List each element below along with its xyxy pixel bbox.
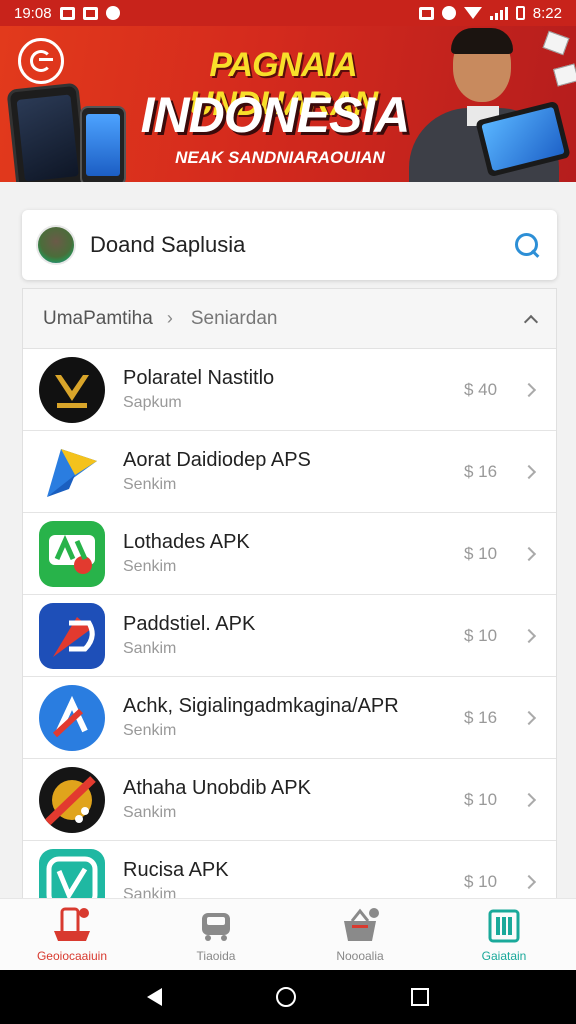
presenter-photo	[405, 26, 576, 182]
home-icon[interactable]	[276, 987, 297, 1007]
nav-item-home[interactable]: Geoiocaaiuin	[0, 899, 144, 970]
breadcrumb: UmaPamtiha › Seniardan	[23, 289, 556, 349]
chevron-right-icon: ›	[166, 308, 173, 328]
promo-banner[interactable]: PAGNAIA UNDUARAN INDONESIA NEAK SANDNIAR…	[0, 26, 576, 182]
app-name: Achk, Sigialingadmkagina/APR	[123, 695, 399, 717]
app-price: $ 10	[464, 871, 498, 891]
list-item[interactable]: Polaratel Nastitlo Sapkum $ 40	[23, 349, 556, 431]
app-name: Rucisa APK	[123, 859, 229, 881]
brand-logo-icon[interactable]	[18, 38, 64, 84]
search-input[interactable]: Doand Saplusia	[90, 232, 513, 258]
app-price: $ 16	[464, 707, 498, 727]
app-price: $ 10	[464, 625, 498, 645]
app-price: $ 10	[464, 543, 498, 563]
chevron-right-icon	[521, 382, 537, 397]
battery-icon	[515, 6, 525, 20]
nav-item-orders[interactable]: Gaiatain	[432, 899, 576, 970]
app-subtitle: Sapkum	[123, 394, 182, 411]
app-name: Polaratel Nastitlo	[123, 367, 275, 389]
app-name: Aorat Daidiodep APS	[123, 449, 311, 471]
app-name: Athaha Unobdib APK	[123, 777, 311, 799]
recent-apps-icon[interactable]	[410, 988, 429, 1006]
nav-item-shop[interactable]: Noooalia	[288, 899, 432, 970]
app-subtitle: Senkim	[123, 476, 177, 493]
back-icon[interactable]	[147, 988, 163, 1006]
app-list-panel: UmaPamtiha › Seniardan Polaratel Nastitl…	[22, 288, 557, 908]
chevron-right-icon	[521, 464, 537, 479]
app-logo-icon	[39, 766, 105, 833]
list-item[interactable]: Achk, Sigialingadmkagina/APR Senkim $ 16	[23, 677, 556, 759]
wifi-icon	[463, 7, 482, 19]
app-logo-icon	[39, 356, 105, 423]
status-bar: 19:08 8:22	[0, 0, 576, 26]
alarm-icon	[441, 6, 456, 20]
search-icon[interactable]	[513, 231, 541, 259]
chevron-right-icon	[521, 874, 537, 889]
chevron-right-icon	[521, 792, 537, 807]
chevron-up-icon[interactable]	[523, 314, 539, 329]
message-icon	[82, 6, 98, 20]
search-bar[interactable]: Doand Saplusia	[22, 210, 557, 280]
app-name: Paddstiel. APK	[123, 613, 256, 635]
sync-icon	[105, 6, 120, 20]
bottom-navigation: Geoiocaaiuin Tiaoida Noooalia Gaiatain	[0, 898, 576, 970]
breadcrumb-current: Seniardan	[190, 307, 278, 329]
notification-icon	[59, 6, 75, 20]
system-navigation-bar	[0, 970, 576, 1024]
phone-illustration	[6, 82, 90, 182]
app-price: $ 40	[464, 379, 498, 399]
app-price: $ 10	[464, 789, 498, 809]
car-icon	[196, 907, 236, 943]
avatar[interactable]	[36, 225, 76, 265]
status-time: 19:08	[14, 4, 52, 22]
nav-label: Noooalia	[336, 948, 384, 963]
app-name: Lothades APK	[123, 531, 250, 553]
chevron-right-icon	[521, 628, 537, 643]
banner-tagline: NEAK SANDNIARAOUIAN	[175, 148, 385, 167]
clipboard-icon	[484, 907, 524, 943]
signal-icon	[489, 6, 508, 20]
nav-item-transport[interactable]: Tiaoida	[144, 899, 288, 970]
app-subtitle: Sankim	[123, 640, 177, 657]
app-logo-icon	[39, 602, 105, 669]
banner-headline: INDONESIA	[140, 87, 411, 143]
breadcrumb-parent[interactable]: UmaPamtiha	[43, 308, 153, 330]
app-subtitle: Senkim	[123, 722, 177, 739]
chevron-right-icon	[521, 710, 537, 725]
nav-label: Tiaoida	[196, 948, 236, 963]
phone-cart-icon	[52, 907, 92, 943]
list-item[interactable]: Lothades APK Senkim $ 10	[23, 513, 556, 595]
basket-icon	[340, 907, 380, 943]
app-subtitle: Sankim	[123, 804, 177, 821]
status-clock: 8:22	[532, 4, 562, 22]
list-item[interactable]: Athaha Unobdib APK Sankim $ 10	[23, 759, 556, 841]
chevron-right-icon	[521, 546, 537, 561]
nav-label: Geoiocaaiuin	[36, 948, 108, 963]
app-logo-icon	[39, 439, 105, 505]
app-price: $ 16	[464, 461, 498, 481]
vibrate-icon	[418, 6, 434, 20]
app-logo-icon	[39, 684, 105, 751]
nav-label: Gaiatain	[481, 948, 527, 963]
list-item[interactable]: Aorat Daidiodep APS Senkim $ 16	[23, 431, 556, 513]
app-logo-icon	[39, 520, 105, 587]
list-item[interactable]: Paddstiel. APK Sankim $ 10	[23, 595, 556, 677]
app-subtitle: Senkim	[123, 558, 177, 575]
